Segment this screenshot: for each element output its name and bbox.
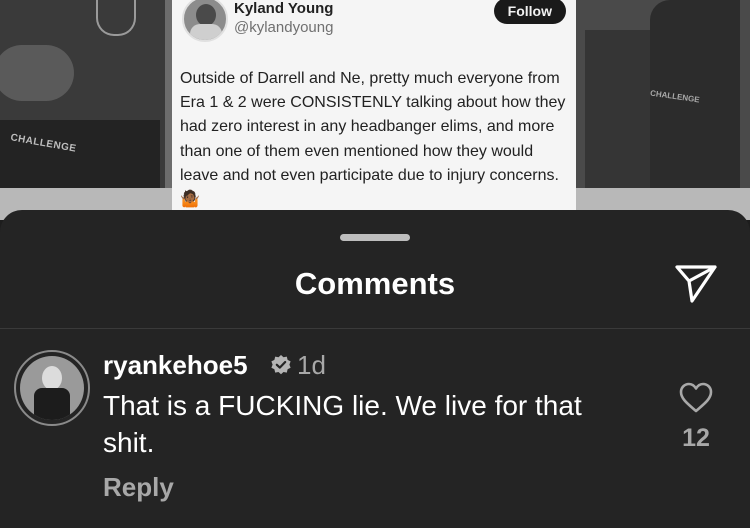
like-count: 12 [682,424,710,452]
sheet-title: Comments [294,266,456,301]
background-post: CHALLENGE CHALLENGE Kyland Young @kyland… [0,0,750,220]
comment-username[interactable]: ryankehoe5 [103,350,248,381]
background-photo-right: CHALLENGE [575,0,750,200]
sheet-divider [0,328,750,329]
tweet-author-avatar [182,0,228,42]
heart-outline-icon[interactable] [679,382,713,414]
comment-text: That is a FUCKING lie. We live for that … [103,390,582,458]
avatar-shirt-shape [34,388,70,420]
reply-button[interactable]: Reply [103,472,174,503]
tweet-header: Kyland Young @kylandyoung Follow [182,0,566,42]
avatar[interactable] [14,350,90,426]
background-photo-left: CHALLENGE [0,0,165,200]
shirt-logo-shape [96,0,136,36]
legs-shape [585,30,655,200]
tweet-author-handle: @kylandyoung [234,19,334,36]
tweet-text: Outside of Darrell and Ne, pretty much e… [180,70,566,209]
comment-timestamp: 1d [297,350,326,380]
tweet-author-name: Kyland Young [234,0,334,17]
tweet-card: Kyland Young @kylandyoung Follow Outside… [172,0,576,214]
comments-sheet: Comments ryankehoe5 1d That is a FUCKING… [0,210,750,528]
verified-badge-icon [271,355,291,375]
comment-item: ryankehoe5 1d That is a FUCKING lie. We … [0,338,750,528]
avatar-face-shape [196,4,216,26]
send-icon[interactable] [674,264,718,304]
sheet-drag-handle[interactable] [340,234,410,241]
avatar-image [20,356,84,420]
avatar-head-shape [42,366,62,390]
arm-shape [0,45,74,101]
avatar-body-shape [190,24,222,40]
tweet-follow-button: Follow [493,0,566,24]
